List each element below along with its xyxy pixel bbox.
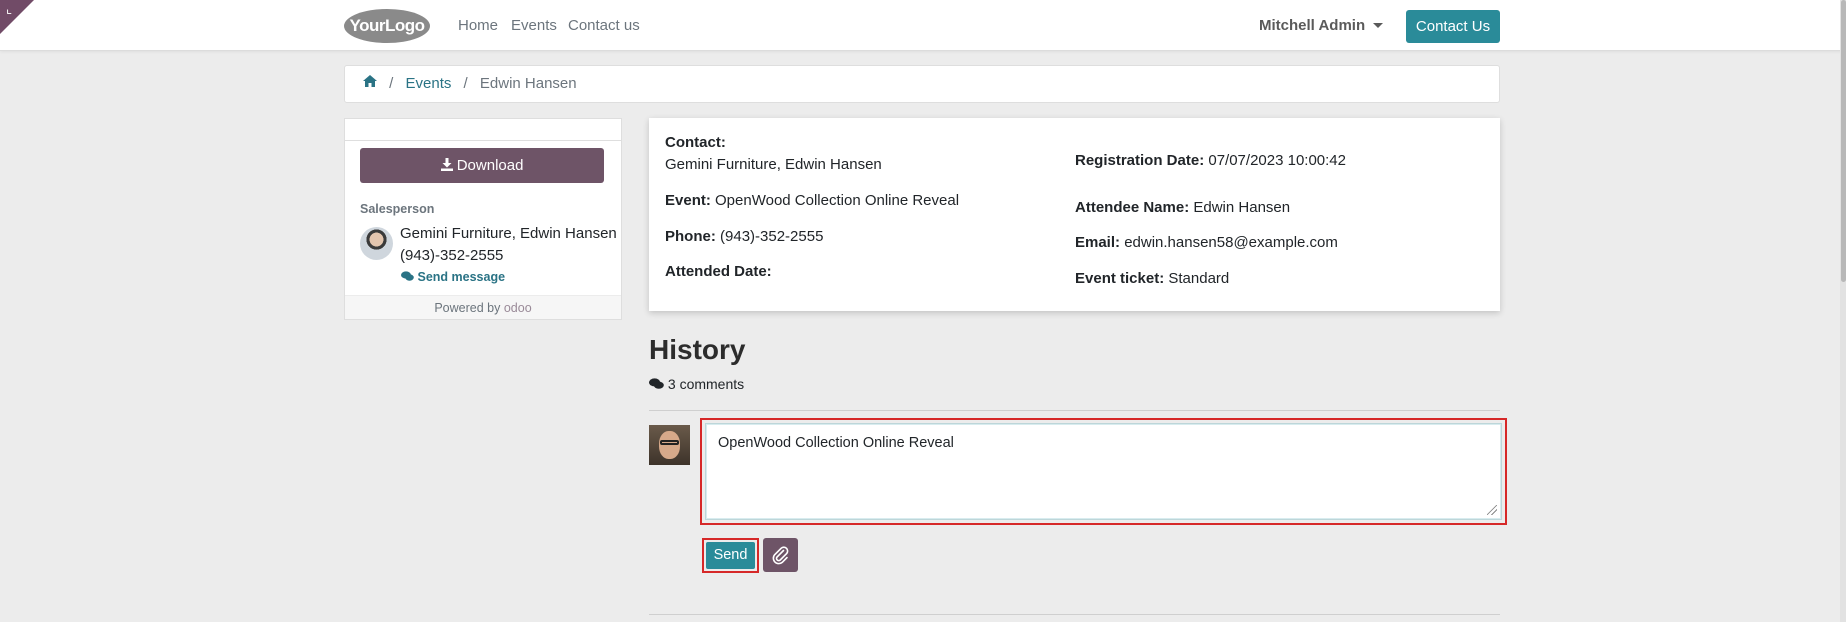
email-field: Email: edwin.hansen58@example.com [1075, 234, 1338, 251]
top-navbar: ⌞ YourLogo Home Events Contact us Mitche… [0, 0, 1846, 51]
breadcrumb: / Events / Edwin Hansen [344, 65, 1500, 103]
paperclip-icon [763, 546, 798, 576]
comments-count: 3 comments [649, 376, 744, 392]
odoo-logo[interactable]: odoo [504, 301, 532, 315]
phone-label: Phone: [665, 228, 716, 245]
breadcrumb-separator: / [463, 75, 468, 92]
powered-by-label: Powered by [434, 301, 501, 315]
nav-link-contact-us[interactable]: Contact us [568, 17, 640, 34]
event-ticket-label: Event ticket: [1075, 270, 1165, 287]
attach-file-button[interactable] [763, 538, 798, 572]
comment-textarea[interactable]: OpenWood Collection Online Reveal [705, 423, 1502, 520]
attendee-name-field: Attendee Name: Edwin Hansen [1075, 199, 1290, 216]
resize-grip-icon[interactable] [1487, 505, 1497, 515]
home-icon[interactable] [363, 65, 377, 101]
event-field: Event: OpenWood Collection Online Reveal [665, 192, 959, 209]
history-divider [649, 410, 1500, 411]
powered-by: Powered by odoo [345, 295, 621, 319]
site-logo[interactable]: YourLogo [344, 9, 430, 43]
breadcrumb-events-link[interactable]: Events [406, 75, 452, 92]
download-button[interactable]: Download [360, 148, 604, 183]
attended-date-label: Attended Date: [665, 263, 772, 280]
phone-value: (943)-352-2555 [720, 228, 824, 245]
contact-value: Gemini Furniture, Edwin Hansen [665, 156, 882, 173]
caret-down-icon [1373, 22, 1384, 28]
attended-date-field: Attended Date: [665, 263, 772, 280]
corner-arrow-icon[interactable]: ⌞ [6, 2, 12, 15]
salesperson-avatar [360, 227, 393, 260]
salesperson-label: Salesperson [360, 202, 435, 216]
comments-icon [401, 270, 417, 284]
event-value: OpenWood Collection Online Reveal [715, 192, 960, 209]
send-message-label: Send message [417, 270, 506, 284]
send-button[interactable]: Send [706, 542, 755, 569]
event-label: Event: [665, 192, 711, 209]
breadcrumb-separator: / [389, 75, 394, 92]
history-title: History [649, 334, 746, 365]
contact-us-button[interactable]: Contact Us [1406, 10, 1500, 43]
bottom-divider [649, 614, 1500, 615]
send-highlight: Send [702, 538, 759, 573]
contact-field: Contact: [665, 134, 726, 151]
avatar-face [659, 431, 680, 459]
phone-field: Phone: (943)-352-2555 [665, 228, 823, 245]
send-message-link[interactable]: Send message [401, 270, 505, 284]
user-menu-dropdown[interactable]: Mitchell Admin [1259, 17, 1384, 34]
registration-date-field: Registration Date: 07/07/2023 10:00:42 [1075, 152, 1346, 169]
registration-date-label: Registration Date: [1075, 152, 1205, 169]
attendee-name-value: Edwin Hansen [1193, 199, 1291, 216]
composer-avatar [649, 425, 690, 465]
composer-highlight: OpenWood Collection Online Reveal [700, 418, 1507, 525]
breadcrumb-current: Edwin Hansen [479, 75, 577, 92]
registration-info-card: Contact: Gemini Furniture, Edwin Hansen … [649, 118, 1500, 311]
nav-link-home[interactable]: Home [458, 17, 498, 34]
event-ticket-field: Event ticket: Standard [1075, 270, 1229, 287]
comments-icon [649, 376, 668, 392]
email-value: edwin.hansen58@example.com [1124, 234, 1338, 251]
page-scrollbar-thumb[interactable] [1841, 0, 1846, 282]
download-icon [440, 157, 457, 174]
nav-link-events[interactable]: Events [511, 17, 557, 34]
event-ticket-value: Standard [1168, 270, 1230, 287]
comments-count-label: 3 comments [667, 376, 745, 392]
salesperson-name: Gemini Furniture, Edwin Hansen [400, 225, 617, 242]
download-label: Download [456, 157, 524, 174]
user-name: Mitchell Admin [1259, 17, 1366, 34]
registration-date-value: 07/07/2023 10:00:42 [1208, 152, 1346, 169]
email-label: Email: [1075, 234, 1121, 251]
salesperson-phone: (943)-352-2555 [400, 247, 504, 264]
attendee-name-label: Attendee Name: [1075, 199, 1190, 216]
contact-label: Contact: [665, 134, 726, 151]
sidebar-card-header [345, 119, 621, 141]
sidebar-card: Download Salesperson Gemini Furniture, E… [344, 118, 622, 320]
avatar-glasses [660, 440, 679, 445]
